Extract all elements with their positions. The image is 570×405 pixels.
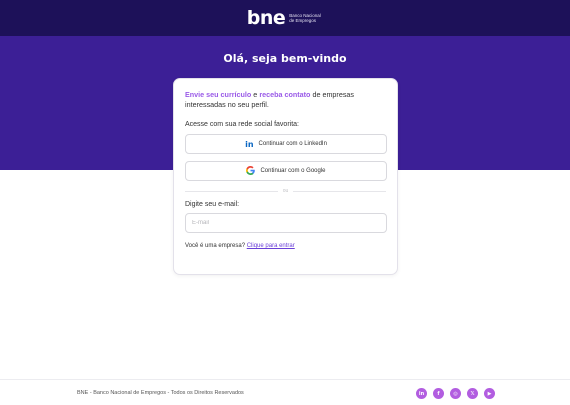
linkedin-button-label: Continuar com o LinkedIn xyxy=(258,141,327,147)
company-login-prompt: Você é uma empresa? Clique para entrar xyxy=(185,243,386,249)
company-login-link[interactable]: Clique para entrar xyxy=(247,243,295,249)
linkedin-icon: in xyxy=(245,139,254,149)
bne-logo[interactable]: bne Banco Nacional de Empregos xyxy=(246,6,324,29)
footer-social-links: in f ◎ 𝕏 ▶ xyxy=(416,388,495,399)
intro-text: Envie seu currículo e receba contato de … xyxy=(185,90,386,110)
linkedin-icon[interactable]: in xyxy=(416,388,427,399)
divider-text: ou xyxy=(282,188,289,194)
intro-highlight-contact: receba contato xyxy=(259,90,311,99)
or-divider: ou xyxy=(185,187,386,195)
login-card: Envie seu currículo e receba contato de … xyxy=(173,78,398,275)
social-login-label: Acesse com sua rede social favorita: xyxy=(185,121,299,128)
google-login-button[interactable]: Continuar com o Google xyxy=(185,161,387,181)
divider-line-right xyxy=(293,190,386,192)
intro-highlight-resume: Envie seu currículo xyxy=(185,90,252,99)
email-label: Digite seu e-mail: xyxy=(185,201,240,208)
instagram-icon[interactable]: ◎ xyxy=(450,388,461,399)
linkedin-login-button[interactable]: in Continuar com o LinkedIn xyxy=(185,134,387,154)
google-icon xyxy=(246,165,256,177)
divider-line-left xyxy=(185,190,278,192)
google-button-label: Continuar com o Google xyxy=(260,168,326,174)
top-bar: bne Banco Nacional de Empregos xyxy=(0,0,570,36)
footer-divider xyxy=(0,379,570,380)
page-title: Olá, seja bem-vindo xyxy=(223,52,347,65)
youtube-icon[interactable]: ▶ xyxy=(484,388,495,399)
x-icon[interactable]: 𝕏 xyxy=(467,388,478,399)
email-input[interactable] xyxy=(185,213,387,233)
footer-copyright: BNE - Banco Nacional de Empregos - Todos… xyxy=(77,390,244,396)
facebook-icon[interactable]: f xyxy=(433,388,444,399)
company-question: Você é uma empresa? xyxy=(185,243,246,249)
logo-subtitle: Banco Nacional de Empregos xyxy=(289,13,321,23)
logo-mark: bne xyxy=(246,6,286,29)
